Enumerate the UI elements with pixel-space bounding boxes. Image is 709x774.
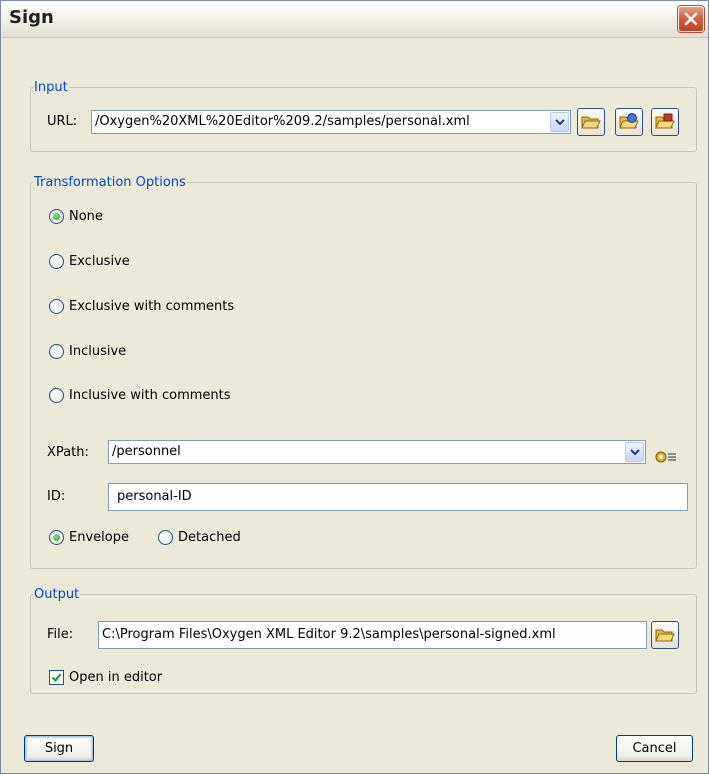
chevron-down-icon	[555, 119, 565, 126]
radio-button[interactable]	[49, 344, 64, 359]
transformation-options-legend: Transformation Options	[34, 175, 186, 190]
browse-url-button[interactable]	[615, 108, 643, 136]
option-envelope[interactable]: Envelope	[49, 530, 129, 545]
browse-url-icon	[619, 113, 639, 129]
radio-button[interactable]	[49, 530, 64, 545]
open-folder-button[interactable]	[577, 108, 605, 136]
option-exclusive-with-comments[interactable]: Exclusive with comments	[49, 299, 234, 314]
radio-button[interactable]	[49, 254, 64, 269]
file-input[interactable]: C:\Program Files\Oxygen XML Editor 9.2\s…	[102, 627, 643, 642]
open-archive-icon	[655, 113, 675, 129]
open-folder-icon	[655, 629, 675, 642]
radio-button[interactable]	[49, 209, 64, 224]
envelope-label: Envelope	[69, 530, 129, 545]
url-combobox[interactable]: /Oxygen%20XML%20Editor%209.2/samples/per…	[91, 110, 571, 134]
xpath-dropdown-button[interactable]	[625, 442, 644, 462]
close-icon	[684, 12, 698, 26]
window-title: Sign	[9, 7, 54, 28]
radio-button[interactable]	[49, 388, 64, 403]
detached-label: Detached	[178, 530, 241, 545]
option-exclusive-with-comments-label: Exclusive with comments	[69, 299, 235, 314]
xpath-input[interactable]: /personnel	[112, 444, 642, 459]
browse-file-button[interactable]	[651, 621, 679, 649]
option-inclusive[interactable]: Inclusive	[49, 344, 126, 359]
file-field[interactable]: C:\Program Files\Oxygen XML Editor 9.2\s…	[98, 621, 647, 649]
open-in-editor-label: Open in editor	[69, 670, 163, 685]
close-button[interactable]	[678, 6, 704, 32]
option-inclusive-with-comments-label: Inclusive with comments	[69, 388, 231, 403]
xpath-combobox[interactable]: /personnel	[108, 440, 646, 464]
url-input[interactable]: /Oxygen%20XML%20Editor%209.2/samples/per…	[95, 114, 567, 129]
option-none[interactable]: None	[49, 209, 103, 224]
id-input[interactable]: personal-ID	[117, 489, 684, 504]
option-inclusive-with-comments[interactable]: Inclusive with comments	[49, 388, 231, 403]
title-bar[interactable]: Sign	[1, 1, 708, 38]
input-legend: Input	[34, 80, 68, 95]
cancel-button[interactable]: Cancel	[616, 735, 693, 762]
open-in-editor-checkbox[interactable]	[49, 670, 64, 685]
option-exclusive[interactable]: Exclusive	[49, 254, 130, 269]
url-label: URL:	[47, 114, 78, 129]
xpath-settings-button[interactable]	[654, 449, 678, 465]
checkmark-icon	[51, 673, 62, 683]
option-detached[interactable]: Detached	[158, 530, 241, 545]
option-none-label: None	[69, 209, 103, 224]
option-exclusive-label: Exclusive	[69, 254, 130, 269]
id-field[interactable]: personal-ID	[108, 483, 688, 511]
id-label: ID:	[47, 489, 66, 504]
sign-button[interactable]: Sign	[24, 735, 94, 762]
sign-dialog: Sign Input URL: /Oxygen%20XML%20Editor%2…	[0, 0, 709, 774]
chevron-down-icon	[630, 449, 640, 456]
open-in-editor-option[interactable]: Open in editor	[49, 670, 162, 685]
gear-icon	[655, 451, 676, 463]
url-dropdown-button[interactable]	[550, 112, 569, 132]
option-inclusive-label: Inclusive	[69, 344, 127, 359]
radio-button[interactable]	[158, 530, 173, 545]
xpath-label: XPath:	[47, 445, 89, 460]
open-folder-icon	[581, 116, 601, 129]
radio-button[interactable]	[49, 299, 64, 314]
output-legend: Output	[34, 587, 80, 602]
open-archive-button[interactable]	[651, 108, 679, 136]
file-label: File:	[47, 627, 74, 642]
